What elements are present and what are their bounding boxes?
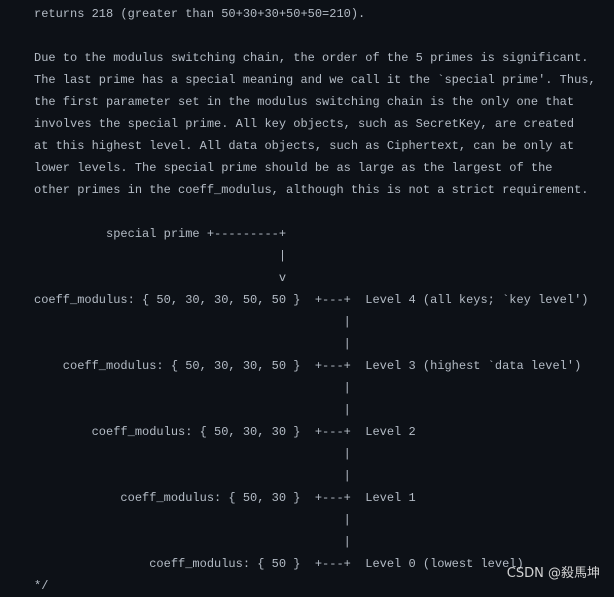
code-line: coeff_modulus: { 50, 30, 30, 50, 50 } +-… — [34, 293, 589, 307]
code-line: at this highest level. All data objects,… — [34, 139, 575, 153]
code-line: | — [34, 469, 351, 483]
code-line: | — [34, 513, 351, 527]
code-line: | — [34, 249, 287, 263]
code-line: | — [34, 447, 351, 461]
code-line: coeff_modulus: { 50, 30 } +---+ Level 1 — [34, 491, 416, 505]
code-line: special prime +---------+ — [34, 227, 287, 241]
code-line: the first parameter set in the modulus s… — [34, 95, 575, 109]
code-line: returns 218 (greater than 50+30+30+50+50… — [34, 7, 366, 21]
code-line: | — [34, 403, 351, 417]
code-line: v — [34, 271, 287, 285]
csdn-watermark: CSDN @殺馬坤 — [506, 566, 600, 581]
code-line: Due to the modulus switching chain, the … — [34, 51, 589, 65]
code-line: coeff_modulus: { 50, 30, 30 } +---+ Leve… — [34, 425, 416, 439]
code-line: | — [34, 337, 351, 351]
code-line: other primes in the coeff_modulus, altho… — [34, 183, 589, 197]
code-line: | — [34, 535, 351, 549]
code-line: | — [34, 381, 351, 395]
code-line: coeff_modulus: { 50, 30, 30, 50 } +---+ … — [34, 359, 582, 373]
code-block: returns 218 (greater than 50+30+30+50+50… — [34, 3, 596, 597]
code-line: involves the special prime. All key obje… — [34, 117, 575, 131]
code-line: lower levels. The special prime should b… — [34, 161, 553, 175]
code-line: The last prime has a special meaning and… — [34, 73, 596, 87]
code-line: | — [34, 315, 351, 329]
